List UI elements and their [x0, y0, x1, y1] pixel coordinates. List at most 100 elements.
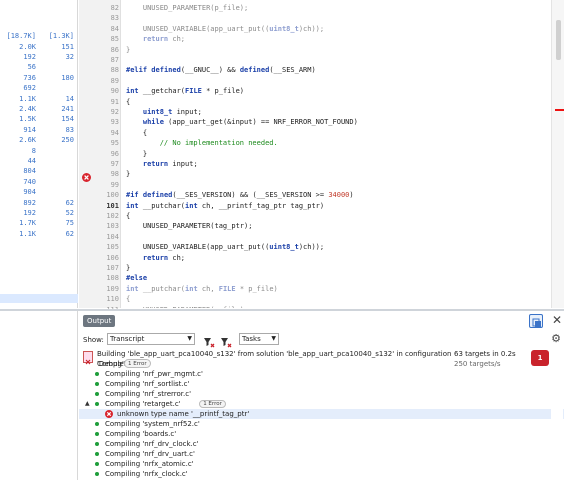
task-row[interactable]: Compiling 'nrf_drv_clock.c'	[79, 439, 564, 449]
code-line[interactable]: #else	[126, 273, 546, 283]
code-line[interactable]	[126, 76, 546, 86]
code-line[interactable]: UNUSED_PARAMETER(p_file);	[126, 3, 546, 13]
error-count-badge[interactable]: 1	[531, 350, 549, 366]
line-number[interactable]: 85	[91, 34, 119, 44]
line-number[interactable]: 100	[91, 190, 119, 200]
code-line[interactable]: // No implementation needed.	[126, 138, 546, 148]
code-line[interactable]: UNUSED_PARAMETER(tag_ptr);	[126, 221, 546, 231]
line-number[interactable]: 88	[91, 65, 119, 75]
code-line[interactable]: return ch;	[126, 34, 546, 44]
line-number[interactable]: 102	[91, 211, 119, 221]
filter-next-icon[interactable]	[220, 333, 232, 348]
expand-triangle-icon[interactable]: ▲	[85, 399, 90, 409]
code-line[interactable]: }	[126, 149, 546, 159]
code-line[interactable]: {	[126, 211, 546, 221]
code-line[interactable]: uint8_t input;	[126, 107, 546, 117]
metric-code-size: 1.5K	[19, 115, 36, 124]
line-number[interactable]: 84	[91, 24, 119, 34]
task-row[interactable]: Compiling 'nrfx_clock.c'	[79, 469, 564, 479]
task-row[interactable]: Compiling 'nrf_drv_uart.c'	[79, 449, 564, 459]
task-error-row[interactable]: unknown type name '__printf_tag_ptr'	[79, 409, 564, 419]
line-number[interactable]: 109	[91, 284, 119, 294]
output-vertical-scrollbar[interactable]	[551, 349, 563, 480]
code-line[interactable]: {	[126, 97, 546, 107]
metric-code-size: 2.4K	[19, 105, 36, 113]
line-number[interactable]: 93	[91, 117, 119, 127]
code-line[interactable]: return input;	[126, 159, 546, 169]
code-line[interactable]: {	[126, 294, 546, 304]
task-row[interactable]: Compiling 'nrfx_atomic.c'	[79, 459, 564, 469]
line-number[interactable]: 90	[91, 86, 119, 96]
line-number[interactable]: 108	[91, 273, 119, 283]
code-line[interactable]: int __putchar(int ch, __printf_tag_ptr t…	[126, 201, 546, 211]
metric-row-highlight	[0, 294, 78, 303]
line-number[interactable]: 83	[91, 13, 119, 23]
line-number[interactable]: 95	[91, 138, 119, 148]
line-number[interactable]: 103	[91, 221, 119, 231]
task-row[interactable]: Compiling 'system_nrf52.c'	[79, 419, 564, 429]
line-number[interactable]: 94	[91, 128, 119, 138]
code-line[interactable]: }	[126, 45, 546, 55]
code-line[interactable]: #if defined(__SES_VERSION) && (__SES_VER…	[126, 190, 546, 200]
code-line[interactable]: UNUSED_VARIABLE(app_uart_put((uint8_t)ch…	[126, 24, 546, 34]
code-line[interactable]	[126, 55, 546, 65]
task-row[interactable]: Compiling 'nrf_sortlist.c'	[79, 379, 564, 389]
code-line[interactable]: UNUSED_PARAMETER(p_file);	[126, 305, 546, 308]
metric-data-size: 52	[65, 209, 74, 217]
line-number[interactable]: 107	[91, 263, 119, 273]
show-filter-select[interactable]: Transcript ▼	[107, 333, 195, 345]
tasks-filter-select[interactable]: Tasks ▼	[239, 333, 279, 345]
metric-row: 1.1K 14	[0, 94, 78, 104]
line-number[interactable]: 97	[91, 159, 119, 169]
editor-scroll-thumb[interactable]	[556, 20, 561, 60]
line-number[interactable]: 92	[91, 107, 119, 117]
code-line[interactable]: {	[126, 128, 546, 138]
code-line[interactable]	[126, 232, 546, 242]
line-number[interactable]: 110	[91, 294, 119, 304]
metric-code-size: 44	[27, 157, 36, 165]
line-number[interactable]: 96	[91, 149, 119, 159]
code-line[interactable]: int __putchar(int ch, FILE * p_file)	[126, 284, 546, 294]
error-circle-icon[interactable]	[82, 173, 91, 182]
code-line[interactable]: }	[126, 169, 546, 179]
pin-icon[interactable]	[529, 314, 543, 328]
code-line[interactable]: }	[126, 263, 546, 273]
line-number[interactable]: 82	[91, 3, 119, 13]
chevron-down-icon: ▼	[187, 335, 192, 342]
task-row[interactable]: ▲ Compiling 'retarget.c' 1 Error	[79, 399, 564, 409]
error-marker[interactable]	[555, 109, 564, 111]
line-number[interactable]: 98	[91, 169, 119, 179]
task-row[interactable]: Compiling 'nrf_pwr_mgmt.c'	[79, 369, 564, 379]
line-number[interactable]: 104	[91, 232, 119, 242]
gear-icon[interactable]: ⚙	[550, 332, 562, 346]
task-row[interactable]: Compiling 'boards.c'	[79, 429, 564, 439]
code-line[interactable]: while (app_uart_get(&input) == NRF_ERROR…	[126, 117, 546, 127]
filter-prev-icon[interactable]	[203, 333, 215, 348]
output-title-tab[interactable]: Output	[83, 315, 116, 327]
line-number[interactable]: 86	[91, 45, 119, 55]
line-number-gutter[interactable]: 82 83 84 85 86 87 88 89 90 91 92 93 94 95 96 97 98 99 100 1…	[79, 0, 121, 345]
line-number[interactable]: 91	[91, 97, 119, 107]
task-label: Compiling 'nrf_sortlist.c'	[105, 380, 190, 388]
line-number[interactable]: 99	[91, 180, 119, 190]
task-row[interactable]: Compiling 'nrf_strerror.c'	[79, 389, 564, 399]
line-number[interactable]: 105	[91, 242, 119, 252]
code-line[interactable]: #elif defined(__GNUC__) && defined(__SES…	[126, 65, 546, 75]
line-number[interactable]: 101	[91, 201, 119, 211]
code-line[interactable]: int __getchar(FILE * p_file)	[126, 86, 546, 96]
code-metrics-column: [18.7K] [1.3K] 2.0K 151 192 32 56 736 180 692 1.1K…	[0, 0, 78, 308]
line-number[interactable]: 89	[91, 76, 119, 86]
code-editor-area: [18.7K] [1.3K] 2.0K 151 192 32 56 736 180 692 1.1K…	[0, 0, 564, 345]
close-icon[interactable]: ✕	[551, 313, 563, 327]
code-line[interactable]: UNUSED_VARIABLE(app_uart_put((uint8_t)ch…	[126, 242, 546, 252]
editor-vertical-scrollbar[interactable]	[551, 0, 564, 308]
code-line[interactable]	[126, 180, 546, 190]
metric-data-size: 14	[65, 94, 74, 103]
build-message[interactable]: Building 'ble_app_uart_pca10040_s132' fr…	[97, 349, 452, 369]
line-number[interactable]: 87	[91, 55, 119, 65]
line-number[interactable]: 106	[91, 253, 119, 263]
metric-data-size: [1.3K]	[48, 32, 74, 41]
code-line[interactable]	[126, 13, 546, 23]
code-text-view[interactable]: UNUSED_PARAMETER(p_file); UNUSED_VARIABL…	[122, 0, 550, 308]
code-line[interactable]: return ch;	[126, 253, 546, 263]
